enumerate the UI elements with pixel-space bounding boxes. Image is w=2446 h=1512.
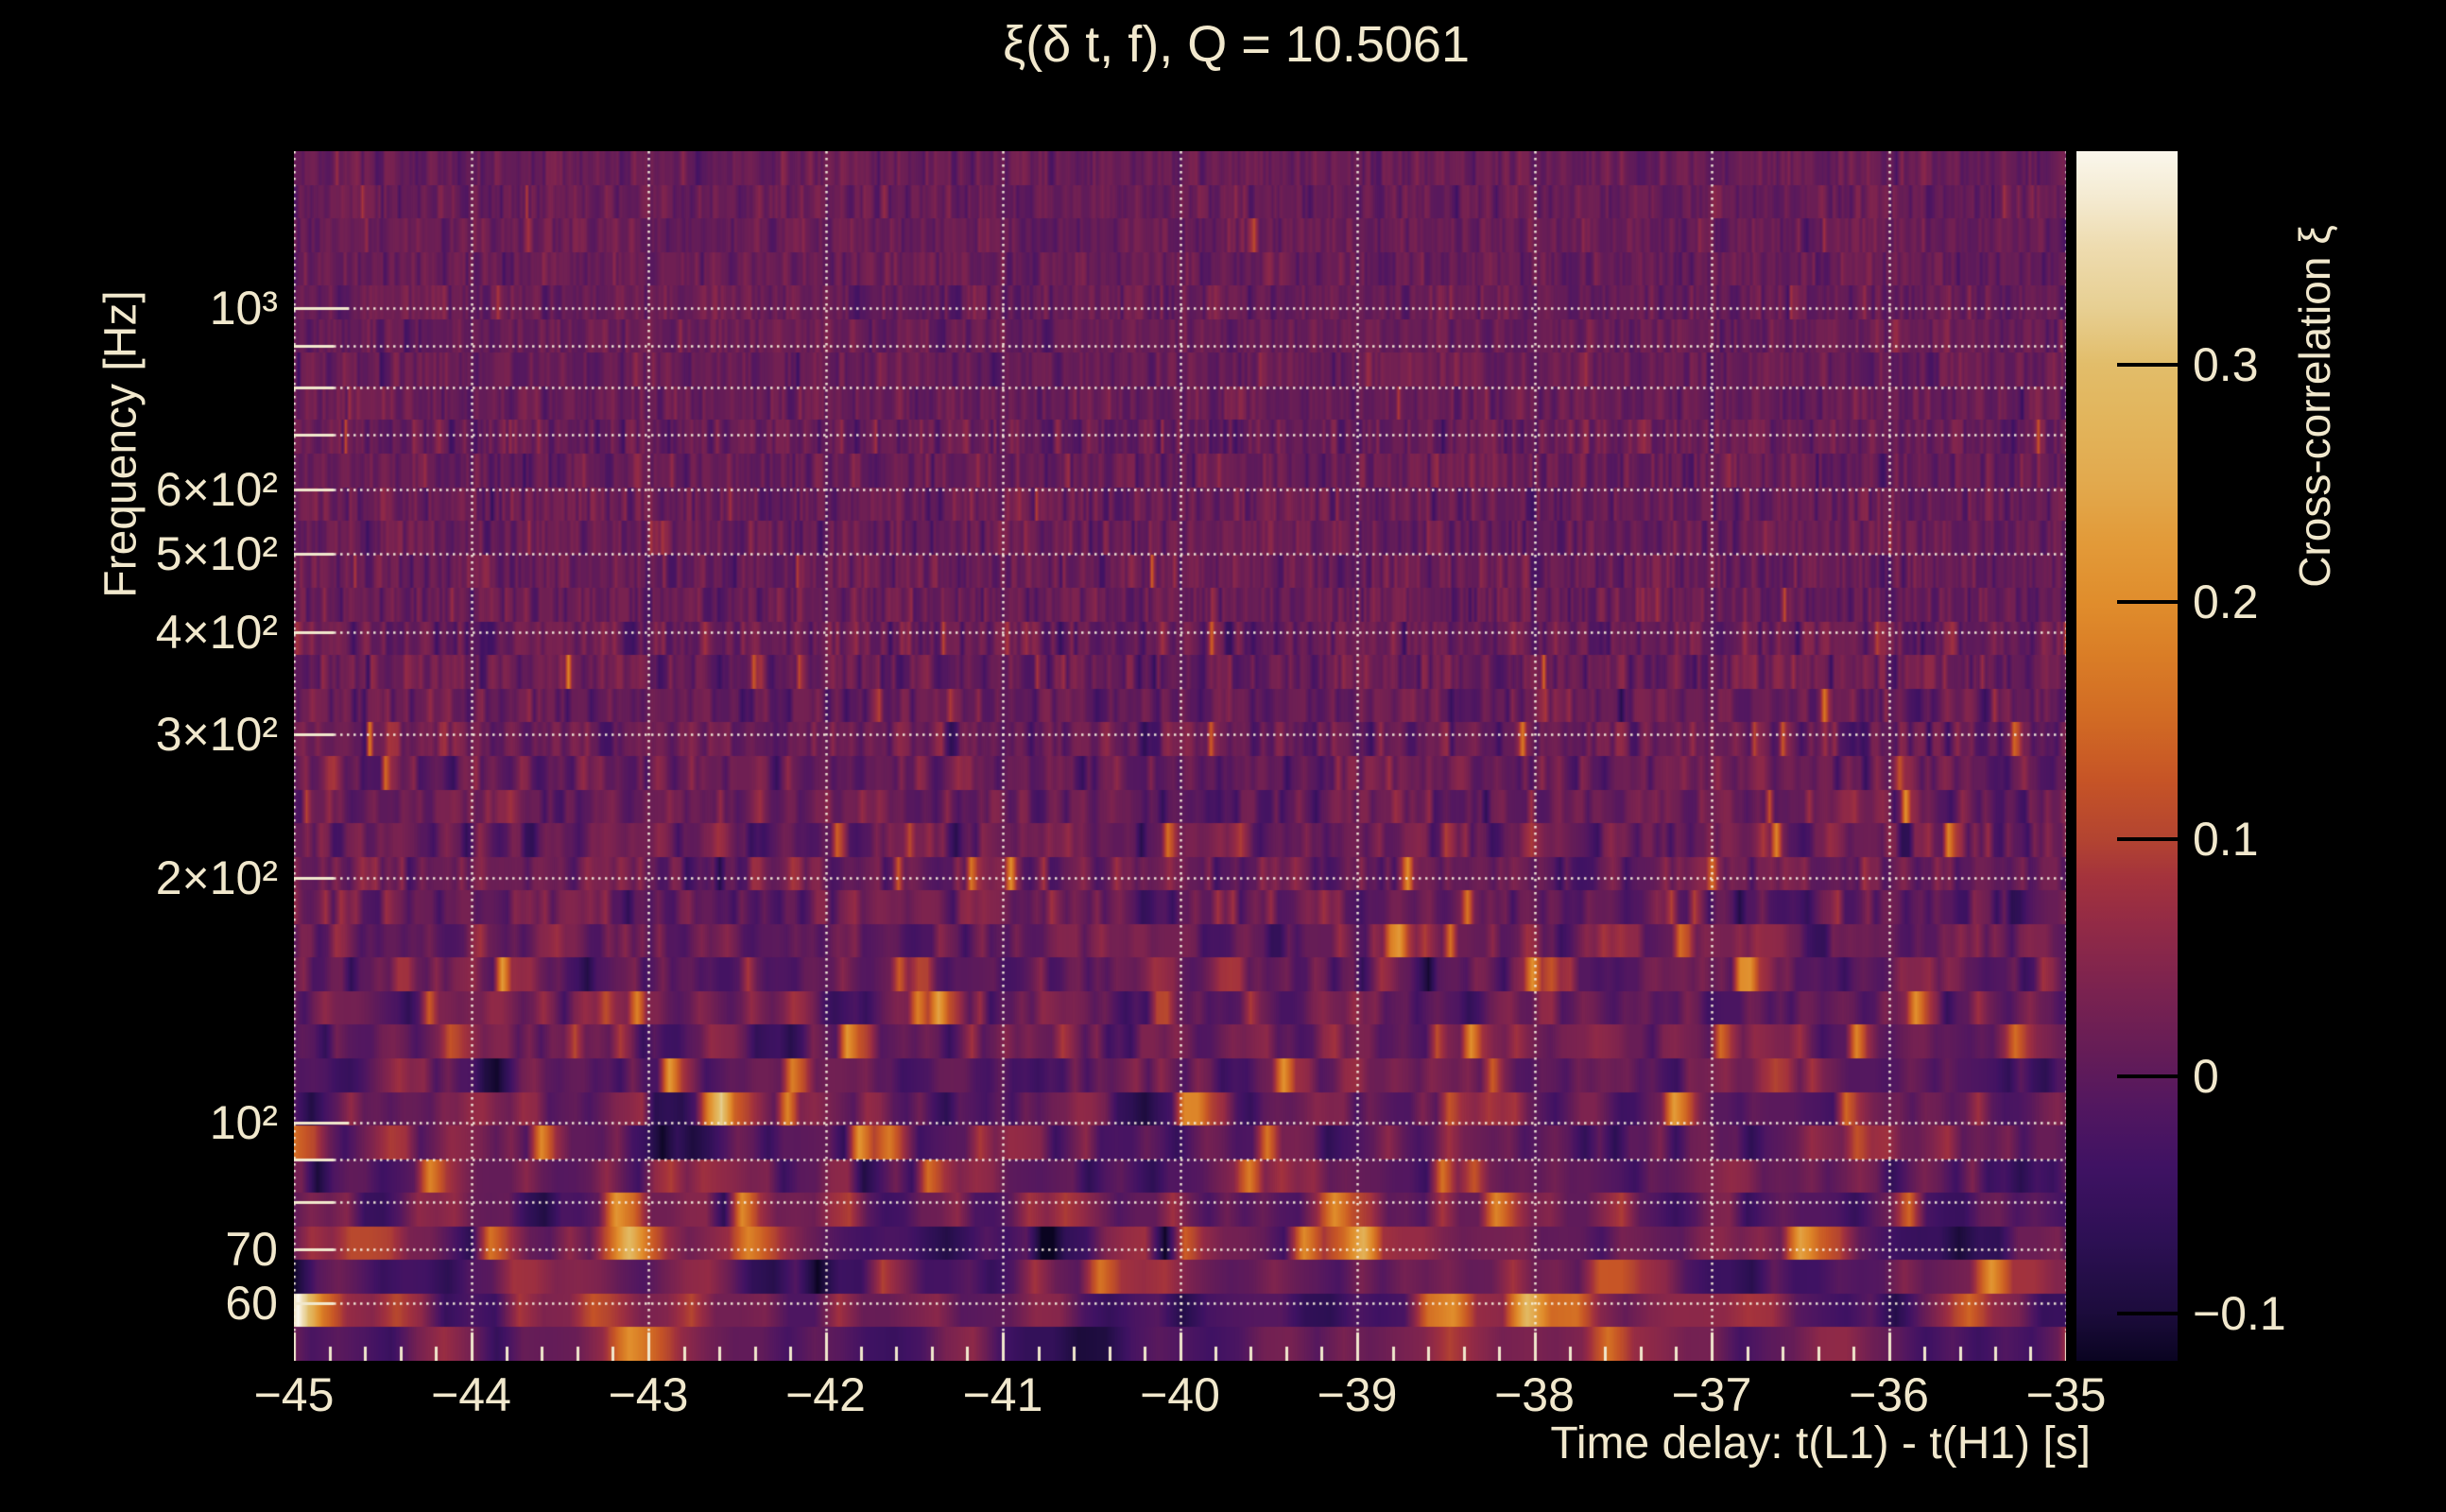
x-tick-label: −37: [1636, 1368, 1787, 1421]
x-axis-title: Time delay: t(L1) - t(H1) [s]: [945, 1418, 2091, 1469]
x-tick-label: −41: [927, 1368, 1078, 1421]
colorbar-tick-label: 0.2: [2193, 576, 2259, 628]
y-tick-label: 6×10²: [0, 463, 278, 516]
y-tick-label: 4×10²: [0, 606, 278, 659]
colorbar-tick-label: 0.1: [2193, 813, 2259, 866]
colorbar-tick: [2117, 837, 2178, 841]
colorbar-tick-label: 0.3: [2193, 338, 2259, 391]
x-tick-label: −42: [750, 1368, 902, 1421]
root-dark-plot-page: ξ(δ t, f), Q = 10.5061 Frequency [Hz] Ti…: [0, 0, 2446, 1512]
colorbar-tick: [2117, 1074, 2178, 1078]
y-tick-label: 10²: [0, 1096, 278, 1149]
colorbar-tick: [2117, 600, 2178, 604]
x-tick-label: −40: [1105, 1368, 1256, 1421]
x-tick-label: −44: [396, 1368, 547, 1421]
colorbar-gradient: [2076, 151, 2178, 1361]
y-tick-label: 70: [0, 1223, 278, 1276]
colorbar-tick: [2117, 363, 2178, 367]
chart-title: ξ(δ t, f), Q = 10.5061: [1003, 15, 1470, 74]
y-tick-label: 60: [0, 1277, 278, 1330]
x-tick-label: −35: [1990, 1368, 2142, 1421]
y-tick-label: 10³: [0, 282, 278, 335]
y-tick-label: 5×10²: [0, 527, 278, 580]
colorbar-title: Cross-correlation ξ: [2289, 225, 2340, 588]
colorbar-tick-label: −0.1: [2193, 1287, 2286, 1340]
y-tick-label: 2×10²: [0, 851, 278, 904]
y-tick-label: 3×10²: [0, 708, 278, 761]
x-tick-label: −43: [573, 1368, 724, 1421]
colorbar-tick: [2117, 1312, 2178, 1315]
x-tick-label: −36: [1814, 1368, 1965, 1421]
x-tick-label: −38: [1459, 1368, 1611, 1421]
cross-correlation-heatmap: [294, 151, 2066, 1361]
colorbar-tick-label: 0: [2193, 1050, 2219, 1103]
x-tick-label: −45: [218, 1368, 370, 1421]
x-tick-label: −39: [1282, 1368, 1433, 1421]
